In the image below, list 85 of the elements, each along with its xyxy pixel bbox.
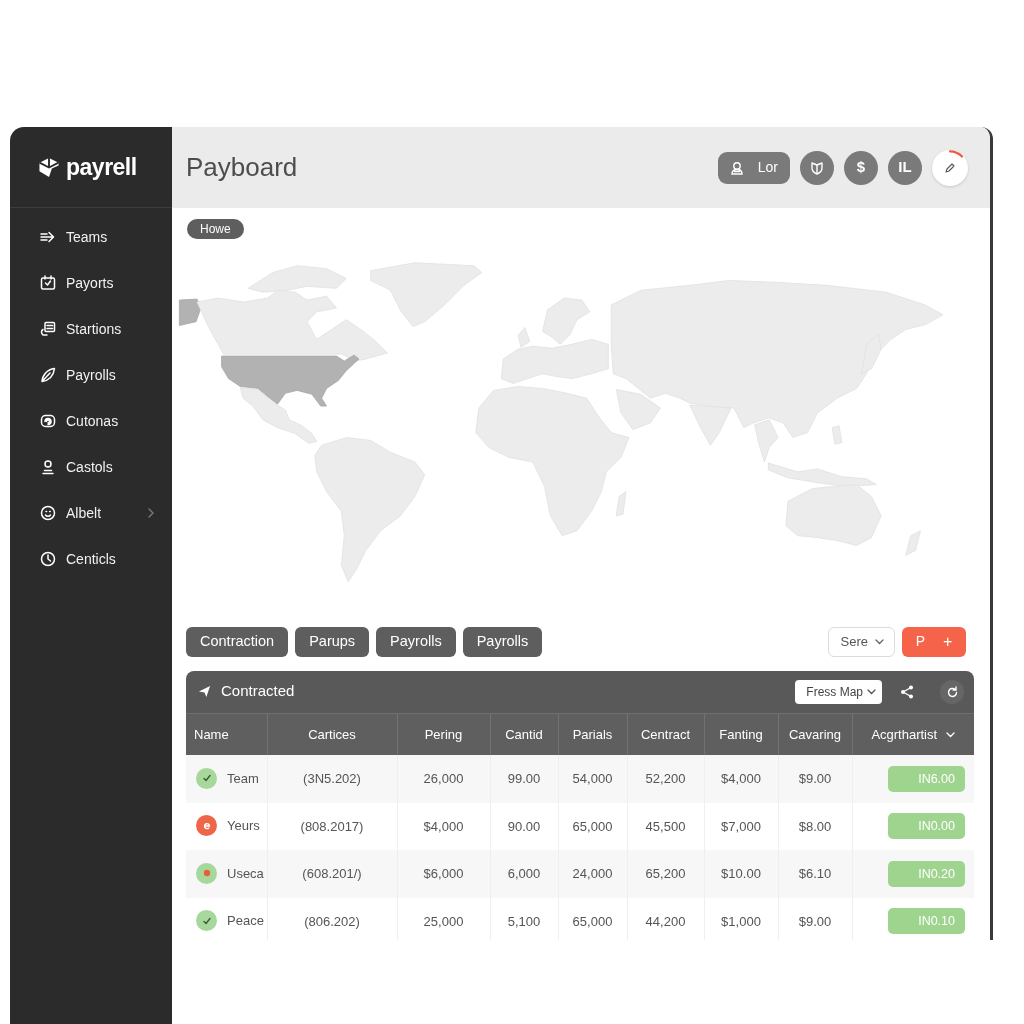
caret-icon — [875, 638, 884, 645]
sidebar-item[interactable]: Albelt — [40, 502, 102, 524]
table-cell: 44,200 — [627, 897, 704, 940]
table-cell: 26,000 — [397, 755, 490, 803]
calendar-icon — [40, 275, 56, 291]
user-button[interactable]: Lor — [717, 151, 790, 184]
edit-button[interactable] — [932, 149, 968, 186]
table-cell: $6.10 — [778, 850, 852, 898]
amount-tag: IN0.00 — [888, 813, 965, 840]
japan-landmass — [861, 334, 882, 375]
currency-button[interactable]: $ — [844, 150, 878, 185]
madagascar-landmass — [615, 491, 627, 517]
table-cell: $9.00 — [778, 755, 852, 803]
arc-icon — [949, 149, 963, 158]
table-cell: (806.202) — [267, 897, 397, 940]
shield-button[interactable] — [800, 150, 834, 185]
pencil-icon — [944, 161, 956, 174]
send-icon — [198, 685, 211, 699]
sidebar-item[interactable]: Startions — [40, 318, 122, 340]
india-landmass — [689, 404, 732, 446]
row-name: Useca — [227, 864, 264, 883]
filter-button[interactable]: Parups — [295, 626, 370, 657]
logo-icon — [38, 156, 60, 178]
page-title: Payboard — [186, 151, 298, 184]
filter-button[interactable]: Payrolls — [376, 626, 456, 657]
scandinavia-landmass — [542, 297, 591, 345]
person-icon — [40, 459, 56, 475]
new-zealand-landmass — [905, 530, 921, 556]
filter-button[interactable]: Contraction — [186, 626, 289, 657]
table-cell: $10.00 — [704, 850, 778, 898]
smiley-icon — [40, 505, 56, 521]
row-name: Peace — [227, 912, 264, 931]
philippines-landmass — [831, 425, 843, 445]
table-cell: 99.00 — [490, 755, 558, 803]
row-name: Team — [227, 769, 259, 788]
sidebar-item[interactable]: Teams — [40, 226, 108, 248]
alaska-region — [178, 298, 202, 326]
column-header[interactable]: Cartices — [308, 726, 356, 742]
table-cell: 54,000 — [558, 755, 627, 803]
table-title: Contracted — [221, 681, 295, 702]
sort-dropdown[interactable]: Sere — [827, 626, 895, 657]
leaf-icon — [40, 367, 56, 383]
sidebar-item[interactable]: Payrolls — [40, 364, 116, 386]
swirl-icon — [40, 413, 56, 429]
view-dropdown[interactable]: Fress Map — [795, 679, 882, 704]
table-cell: $9.00 — [778, 897, 852, 940]
table-cell: $6,000 — [397, 850, 490, 898]
sidebar-item[interactable]: Centicls — [40, 548, 116, 570]
caret-icon — [867, 688, 876, 695]
table-cell: 65,000 — [558, 897, 627, 940]
table-cell: 25,000 — [397, 897, 490, 940]
amount-tag: IN6.00 — [888, 765, 965, 792]
sidebar-item[interactable]: Castols — [40, 456, 113, 478]
refresh-icon — [946, 685, 958, 698]
avatar-button[interactable]: IL — [888, 150, 922, 185]
clock-icon — [40, 551, 56, 567]
share-button[interactable] — [900, 684, 914, 699]
table-cell: 6,000 — [490, 850, 558, 898]
sidebar-item[interactable]: Cutonas — [40, 410, 119, 432]
amount-tag: IN0.20 — [888, 860, 965, 887]
arabia-landmass — [615, 389, 661, 431]
brand-name: payrell — [66, 152, 137, 182]
column-header[interactable]: Pering — [424, 726, 463, 742]
column-header[interactable]: Name — [194, 726, 229, 742]
table-cell: 5,100 — [490, 897, 558, 940]
table-cell: (3N5.202) — [267, 755, 397, 803]
table-cell: $1,000 — [704, 897, 778, 940]
table-cell: (608.201/) — [267, 850, 397, 898]
share-icon — [900, 684, 914, 699]
filter-button[interactable]: Payrolls — [462, 626, 543, 657]
table-cell: $4,000 — [704, 755, 778, 803]
shield-icon — [810, 160, 824, 175]
refresh-button[interactable] — [940, 679, 964, 704]
row-name: Yeurs — [227, 817, 260, 836]
breadcrumb-tag[interactable]: Howe — [187, 219, 244, 239]
britain-landmass — [517, 327, 531, 348]
table-cell: 24,000 — [558, 850, 627, 898]
indochina-landmass — [754, 419, 779, 463]
table-cell: 52,200 — [627, 755, 704, 803]
table-cell: 65,200 — [627, 850, 704, 898]
arrow-icon — [40, 229, 56, 245]
person-icon — [729, 160, 744, 175]
amount-tag: IN0.10 — [888, 908, 965, 935]
document-icon — [40, 321, 56, 337]
sidebar-item[interactable]: Payorts — [40, 272, 114, 294]
